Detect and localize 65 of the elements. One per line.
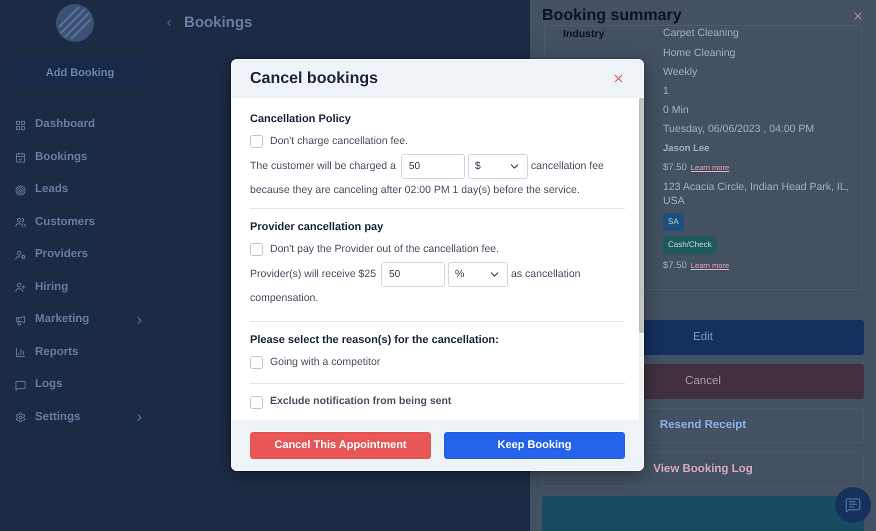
calendar-icon — [15, 152, 26, 163]
nav-item[interactable]: Customers — [15, 214, 145, 232]
status-badge: SA — [663, 213, 684, 231]
checkbox-label: Don't pay the Provider out of the cancellation fee. — [270, 242, 500, 256]
close-icon[interactable] — [852, 10, 864, 22]
row-value: Carpet Cleaning — [663, 27, 739, 39]
close-icon[interactable] — [612, 72, 625, 85]
chat-button[interactable] — [835, 487, 871, 523]
amount-field[interactable]: 50 — [400, 154, 465, 180]
row-value: Jason Lee — [663, 143, 710, 154]
settings-icon — [15, 412, 26, 423]
fee-text: cancellation fee — [530, 158, 604, 174]
checkbox[interactable] — [250, 242, 263, 256]
fee-text: compensation. — [250, 291, 320, 306]
nav-item[interactable]: Dashboard — [15, 116, 145, 134]
modal-title: Cancel bookings — [250, 68, 378, 88]
checkbox[interactable] — [250, 356, 263, 369]
checkbox[interactable] — [250, 134, 263, 148]
row-value: 123 Acacia Circle, Indian Head Park, IL, USA — [663, 181, 849, 207]
chat-icon — [845, 497, 861, 513]
nav-item[interactable]: Marketing — [15, 311, 145, 329]
section-heading: Cancellation Policy — [250, 112, 352, 127]
nav-item[interactable]: Hiring — [15, 278, 145, 296]
unit-select[interactable]: % — [448, 262, 508, 288]
keep-booking-button[interactable]: Keep Booking — [444, 432, 625, 459]
user-plus-icon — [15, 282, 26, 293]
row-value: 1 — [663, 85, 669, 97]
section-heading: Please select the reason(s) for the cancellation: — [250, 333, 500, 348]
megaphone-icon — [15, 314, 26, 326]
nav-item[interactable]: Reports — [15, 344, 145, 362]
grid-icon — [15, 120, 26, 130]
nav-item[interactable]: Bookings — [15, 148, 145, 166]
target-icon — [15, 184, 26, 196]
nav-item[interactable]: Providers — [15, 246, 145, 264]
add-booking-button[interactable]: Add Booking — [15, 57, 145, 89]
checkbox-label: Don't charge cancellation fee. — [270, 134, 408, 148]
nav-item[interactable]: Leads — [15, 181, 145, 199]
user-gear-icon — [15, 250, 26, 260]
checkbox-label: Going with a competitor — [270, 354, 380, 370]
row-value: 0 Min — [663, 104, 689, 116]
price: $7.50 — [663, 259, 687, 273]
fee-text: because they are canceling after 02:00 PM 1 day(s) before the service. — [250, 183, 581, 198]
cancel-appointment-button[interactable]: Cancel This Appointment — [250, 432, 431, 459]
panel-title: Booking summary — [542, 6, 682, 26]
status-badge: Cash/Check — [663, 236, 717, 254]
nav-item[interactable]: Logs — [15, 376, 145, 394]
row-value: Home Cleaning — [663, 47, 736, 59]
price: $7.50 — [663, 161, 687, 175]
row-label: Industry — [563, 28, 604, 40]
amount-field[interactable]: 50 — [381, 262, 446, 288]
logo-icon — [55, 3, 95, 43]
checkbox-label: Exclude notification from being sent — [270, 394, 452, 410]
checkbox[interactable] — [250, 396, 263, 409]
nav-item[interactable]: Settings — [15, 408, 145, 426]
row-value: Tuesday, 06/06/2023 , 04:00 PM — [663, 123, 814, 135]
fee-text: as cancellation — [511, 266, 581, 282]
fee-text: The customer will be charged a — [250, 158, 396, 174]
unit-select[interactable]: $ — [468, 154, 528, 180]
bar-chart-icon — [15, 347, 26, 358]
section-heading: Provider cancellation pay — [250, 220, 384, 235]
fee-text: Provider(s) will receive $25 — [250, 266, 376, 282]
users-icon — [15, 217, 26, 228]
chat-icon — [15, 380, 26, 390]
page-title: Bookings — [184, 13, 252, 33]
row-value: Weekly — [663, 66, 698, 78]
